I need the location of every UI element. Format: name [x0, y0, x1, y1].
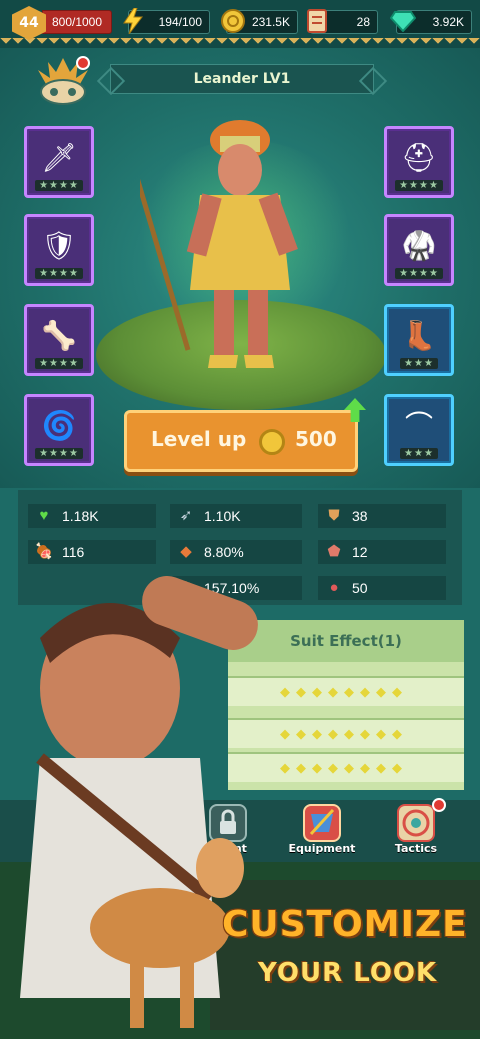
stat-crit-rate: ◆ 8.80% — [170, 540, 302, 564]
armor-icon: 🥋 — [401, 229, 437, 262]
slot-stars: ★★★★ — [395, 180, 443, 191]
hero-name: Leander LV1 — [110, 64, 374, 94]
claw-necklace-icon: ⌒ — [404, 409, 433, 442]
hero-character[interactable] — [110, 88, 340, 370]
stat-regen: 🍖 116 — [28, 540, 156, 564]
ticket-icon — [302, 6, 332, 36]
target-icon — [397, 804, 435, 842]
equipment-icon — [303, 804, 341, 842]
slot-stars: ★★★★ — [35, 448, 83, 459]
level-up-label: Level up — [151, 427, 247, 451]
lightning-icon — [118, 6, 148, 36]
stat-value: 1.10K — [204, 508, 241, 524]
stat-lifesteal: ● 50 — [318, 576, 446, 600]
spear-icon: ➶ — [179, 507, 193, 524]
bracer-icon: 🦴 — [41, 319, 77, 352]
meat-icon: 🍖 — [34, 543, 54, 560]
stat-value: 50 — [352, 580, 368, 596]
heart-icon: ♥ — [39, 507, 49, 524]
pauldron-icon: 🛡 — [41, 229, 77, 262]
level-up-cost: 500 — [295, 427, 337, 451]
helmet-icon: ⛑ — [401, 141, 437, 174]
boots-icon: 👢 — [401, 319, 437, 352]
slot-stars: ★★★ — [400, 448, 438, 459]
equip-slot-amulet[interactable]: 🌀 ★★★★ — [24, 394, 94, 466]
slot-stars: ★★★★ — [35, 268, 83, 279]
equip-slot-bracer[interactable]: 🦴 ★★★★ — [24, 304, 94, 376]
hp-counter: 800/1000 — [42, 10, 112, 34]
gem-icon — [388, 6, 418, 36]
coin-icon — [218, 6, 248, 36]
equip-slot-helmet[interactable]: ⛑ ★★★★ — [384, 126, 454, 198]
stat-value: 1.18K — [62, 508, 99, 524]
stat-defense: ⛊ 38 — [318, 504, 446, 528]
level-up-button[interactable]: Level up 500 — [124, 410, 358, 472]
promo-warrior-illustration — [0, 568, 300, 1039]
stat-value: 116 — [62, 544, 85, 560]
equip-slot-weapon[interactable]: 🗡 ★★★★ — [24, 126, 94, 198]
pentagon-icon: ⬟ — [327, 543, 341, 560]
equip-slot-necklace[interactable]: ⌒ ★★★ — [384, 394, 454, 466]
amulet-icon: 🌀 — [41, 409, 77, 442]
stat-value: 38 — [352, 508, 368, 524]
stat-health: ♥ 1.18K — [28, 504, 156, 528]
stat-dodge: ⬟ 12 — [318, 540, 446, 564]
stat-value: 8.80% — [204, 544, 244, 560]
equip-slot-boots[interactable]: 👢 ★★★ — [384, 304, 454, 376]
tab-label: Tactics — [394, 842, 438, 855]
slot-stars: ★★★★ — [395, 268, 443, 279]
shield-icon: ⛊ — [328, 507, 340, 524]
coin-icon — [259, 429, 285, 455]
spear-tip-icon: 🗡 — [41, 141, 77, 174]
slot-stars: ★★★★ — [35, 358, 83, 369]
stat-attack: ➶ 1.10K — [170, 504, 302, 528]
equip-slot-shoulder[interactable]: 🛡 ★★★★ — [24, 214, 94, 286]
slot-stars: ★★★★ — [35, 180, 83, 191]
slogan-line-1: CUSTOMIZE — [222, 904, 468, 945]
notification-dot — [432, 798, 446, 812]
drumstick-icon: ● — [329, 579, 339, 596]
notification-dot — [76, 56, 90, 70]
slot-stars: ★★★ — [400, 358, 438, 369]
equip-slot-armor[interactable]: 🥋 ★★★★ — [384, 214, 454, 286]
beast-icon: ◆ — [180, 543, 192, 560]
slogan-line-2: YOUR LOOK — [258, 958, 438, 988]
stat-value: 12 — [352, 544, 368, 560]
